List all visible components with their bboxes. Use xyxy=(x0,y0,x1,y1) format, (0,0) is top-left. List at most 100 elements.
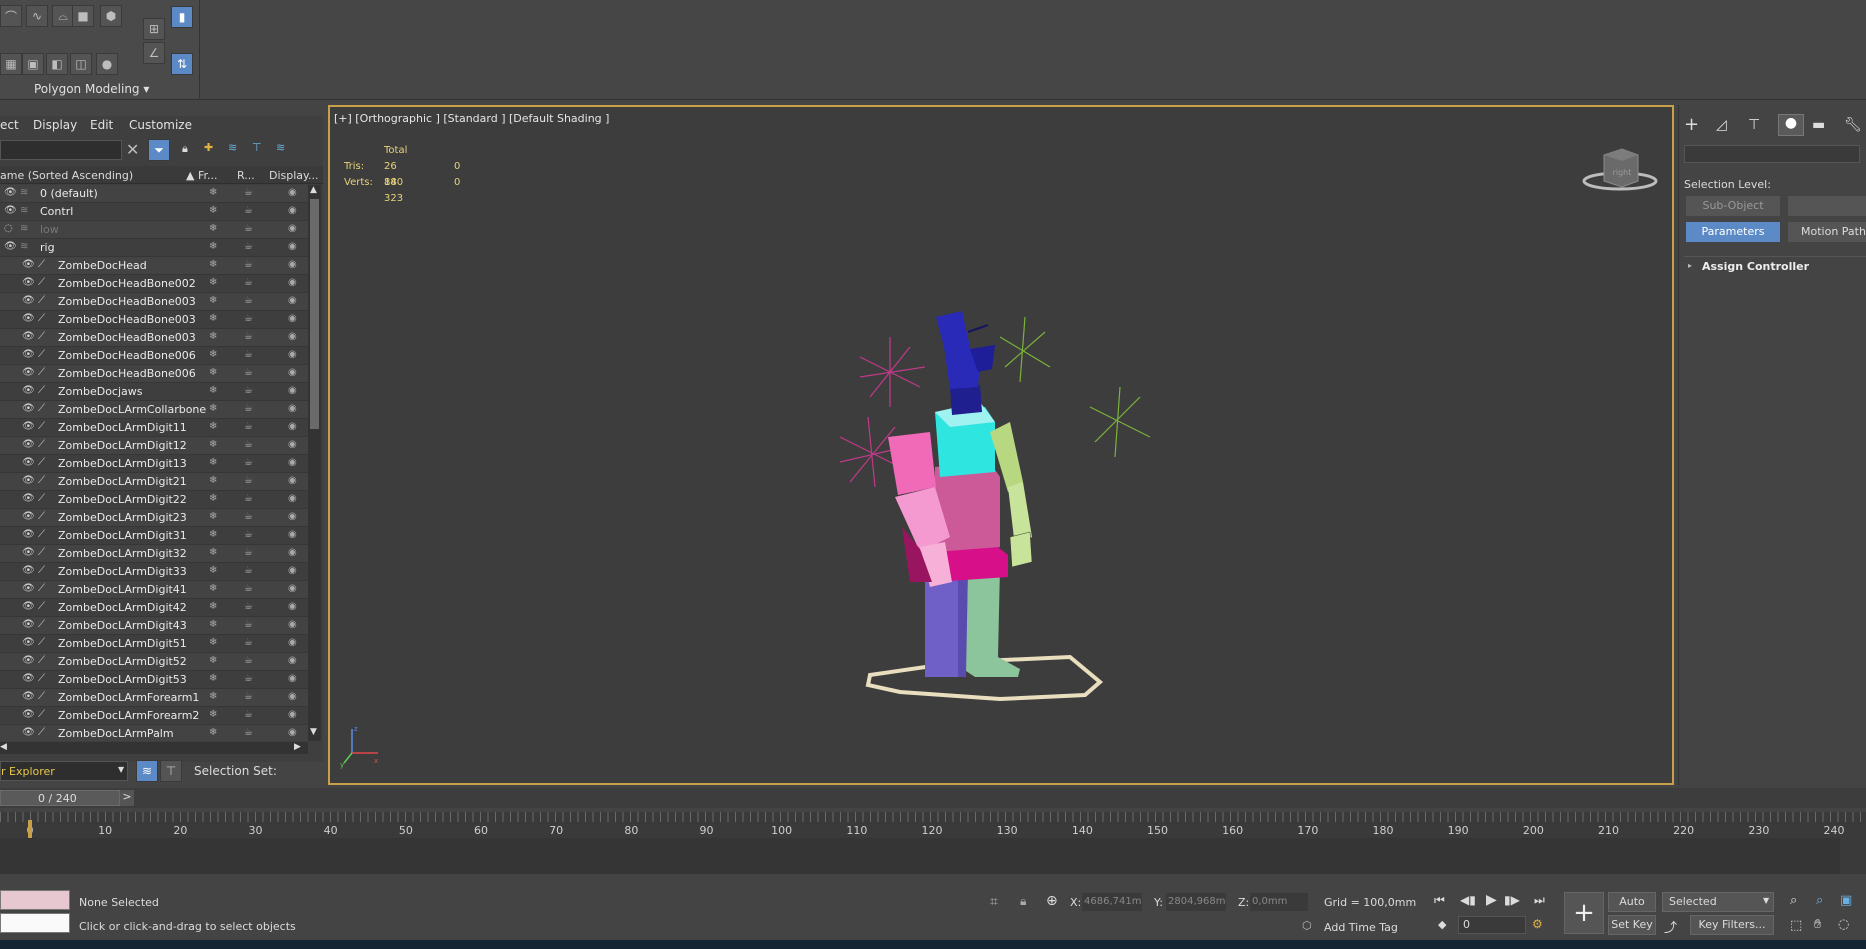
visibility-eye-icon[interactable]: 👁︎ xyxy=(22,331,35,342)
render-teapot-icon[interactable]: ☕︎ xyxy=(244,727,253,738)
freeze-icon[interactable]: ❄ xyxy=(209,187,217,198)
visibility-eye-icon[interactable]: 👁︎ xyxy=(22,673,35,684)
visibility-eye-icon[interactable]: 👁︎ xyxy=(22,439,35,450)
render-teapot-icon[interactable]: ☕︎ xyxy=(244,637,253,648)
sort-by-hierarchy-icon[interactable]: ⊤ xyxy=(160,760,182,782)
modify-tab-icon[interactable]: ◿ xyxy=(1716,117,1727,133)
box-icon[interactable]: ■ xyxy=(72,5,94,27)
assign-controller-rollout[interactable]: ▸ Assign Controller xyxy=(1684,256,1866,276)
display-icon[interactable]: ◉ xyxy=(288,475,297,486)
mirror-tool-icon[interactable]: ◧ xyxy=(46,53,68,75)
pan-icon[interactable]: ✋︎ xyxy=(1814,917,1821,932)
zoom-icon[interactable]: ⌕ xyxy=(1790,893,1797,908)
set-key-button[interactable]: Set Key xyxy=(1608,915,1656,935)
freeze-icon[interactable]: ❄ xyxy=(209,295,217,306)
hierarchy-icon[interactable]: ⊤ xyxy=(252,141,262,154)
freeze-icon[interactable]: ❄ xyxy=(209,241,217,252)
lock-icon[interactable]: 🔒︎ xyxy=(182,142,188,156)
viewport-label[interactable]: [+] [Orthographic ] [Standard ] [Default… xyxy=(334,112,609,125)
explorer-row[interactable]: 👁︎ ⟋ ZombeDocLArmPalm ❄ ☕︎ ◉ xyxy=(0,725,308,741)
visibility-eye-icon[interactable]: 👁︎ xyxy=(22,403,35,414)
render-teapot-icon[interactable]: ☕︎ xyxy=(244,457,253,468)
visibility-eye-icon[interactable]: 👁︎ xyxy=(22,529,35,540)
freeze-icon[interactable]: ❄ xyxy=(209,349,217,360)
zoom-all-icon[interactable]: ⌕ xyxy=(1816,893,1823,908)
display-icon[interactable]: ◉ xyxy=(288,583,297,594)
key-filters-button[interactable]: Key Filters... xyxy=(1690,915,1774,935)
maxscript-listener-top[interactable] xyxy=(0,890,70,910)
display-icon[interactable]: ◉ xyxy=(288,709,297,720)
sub-object-button[interactable]: Sub-Object xyxy=(1686,196,1780,216)
column-header-display[interactable]: Display... xyxy=(269,169,318,182)
visibility-eye-icon[interactable]: 👁︎ xyxy=(4,205,17,216)
visibility-eye-icon[interactable]: 👁︎ xyxy=(22,457,35,468)
menu-customize[interactable]: Customize xyxy=(129,118,192,132)
visibility-eye-icon[interactable]: 👁︎ xyxy=(4,241,17,252)
explorer-row[interactable]: 👁︎ ⟋ ZombeDocLArmDigit53 ❄ ☕︎ ◉ xyxy=(0,671,308,689)
explorer-row[interactable]: 👁︎ ⟋ ZombeDocLArmDigit22 ❄ ☕︎ ◉ xyxy=(0,491,308,509)
render-teapot-icon[interactable]: ☕︎ xyxy=(244,349,253,360)
spinner-snap-icon[interactable]: ⇅ xyxy=(171,53,193,75)
sub-object-dropdown[interactable] xyxy=(1788,196,1866,216)
freeze-icon[interactable]: ❄ xyxy=(209,691,217,702)
display-icon[interactable]: ◉ xyxy=(288,295,297,306)
explorer-row[interactable]: 👁︎ ⟋ ZombeDocLArmDigit23 ❄ ☕︎ ◉ xyxy=(0,509,308,527)
viewcube[interactable]: right xyxy=(1582,143,1662,203)
explorer-row[interactable]: 👁︎ ⟋ ZombeDocHead ❄ ☕︎ ◉ xyxy=(0,257,308,275)
time-slider-track[interactable] xyxy=(0,788,1866,808)
scroll-left-icon[interactable]: ◀ xyxy=(0,742,7,752)
menu-display[interactable]: Display xyxy=(33,118,77,132)
render-teapot-icon[interactable]: ☕︎ xyxy=(244,367,253,378)
render-teapot-icon[interactable]: ☕︎ xyxy=(244,493,253,504)
sort-by-layer-icon[interactable]: ≋ xyxy=(136,760,158,782)
render-teapot-icon[interactable]: ☕︎ xyxy=(244,673,253,684)
render-teapot-icon[interactable]: ☕︎ xyxy=(244,205,253,216)
freeze-icon[interactable]: ❄ xyxy=(209,385,217,396)
render-teapot-icon[interactable]: ☕︎ xyxy=(244,241,253,252)
display-icon[interactable]: ◉ xyxy=(288,727,297,738)
freeze-icon[interactable]: ❄ xyxy=(209,403,217,414)
display-icon[interactable]: ◉ xyxy=(288,547,297,558)
display-icon[interactable]: ◉ xyxy=(288,403,297,414)
go-to-end-icon[interactable]: ⏭︎ xyxy=(1534,893,1545,908)
render-teapot-icon[interactable]: ☕︎ xyxy=(244,529,253,540)
time-slider-thumb[interactable]: 0 / 240 xyxy=(0,790,120,806)
transform-mode-icon[interactable]: ⊕ xyxy=(1046,893,1058,909)
visibility-eye-icon[interactable]: 👁︎ xyxy=(22,493,35,504)
render-teapot-icon[interactable]: ☕︎ xyxy=(244,583,253,594)
visibility-eye-icon[interactable]: 👁︎ xyxy=(22,349,35,360)
render-setup-icon[interactable]: ● xyxy=(96,53,118,75)
display-icon[interactable]: ◉ xyxy=(288,349,297,360)
render-teapot-icon[interactable]: ☕︎ xyxy=(244,709,253,720)
clear-search-icon[interactable]: ✕ xyxy=(126,140,139,159)
freeze-icon[interactable]: ❄ xyxy=(209,709,217,720)
render-teapot-icon[interactable]: ☕︎ xyxy=(244,259,253,270)
render-teapot-icon[interactable]: ☕︎ xyxy=(244,313,253,324)
hierarchy-tab-icon[interactable]: ⊤ xyxy=(1748,117,1760,133)
explorer-row[interactable]: 👁︎ ⟋ ZombeDocLArmDigit21 ❄ ☕︎ ◉ xyxy=(0,473,308,491)
explorer-row[interactable]: 👁︎ ⟋ ZombeDocLArmDigit33 ❄ ☕︎ ◉ xyxy=(0,563,308,581)
visibility-eye-icon[interactable]: 👁︎ xyxy=(22,619,35,630)
ribbon-workspace-label[interactable]: Polygon Modeling ▾ xyxy=(34,82,149,96)
explorer-row[interactable]: 👁︎ ⟋ ZombeDocLArmCollarbone ❄ ☕︎ ◉ xyxy=(0,401,308,419)
freeze-icon[interactable]: ❄ xyxy=(209,673,217,684)
key-mode-icon[interactable]: ◆ xyxy=(1438,918,1446,931)
scroll-thumb[interactable] xyxy=(310,199,319,429)
visibility-eye-icon[interactable]: 👁︎ xyxy=(22,601,35,612)
display-icon[interactable]: ◉ xyxy=(288,439,297,450)
freeze-icon[interactable]: ❄ xyxy=(209,529,217,540)
explorer-row[interactable]: 👁︎ ⟋ ZombeDocHeadBone006 ❄ ☕︎ ◉ xyxy=(0,347,308,365)
render-teapot-icon[interactable]: ☕︎ xyxy=(244,547,253,558)
freeze-icon[interactable]: ❄ xyxy=(209,547,217,558)
zoom-extents-icon[interactable]: ▣ xyxy=(1840,893,1852,908)
y-field[interactable]: 2804,968m xyxy=(1166,893,1226,911)
visibility-eye-icon[interactable]: 👁︎ xyxy=(4,187,17,198)
explorer-row[interactable]: 👁︎ ⟋ ZombeDocLArmDigit43 ❄ ☕︎ ◉ xyxy=(0,617,308,635)
visibility-eye-icon[interactable]: 👁︎ xyxy=(22,637,35,648)
z-field[interactable]: 0,0mm xyxy=(1250,893,1308,911)
display-icon[interactable]: ◉ xyxy=(288,313,297,324)
freeze-icon[interactable]: ❄ xyxy=(209,277,217,288)
orbit-icon[interactable]: ◌ xyxy=(1838,917,1849,932)
visibility-eye-icon[interactable]: 👁︎ xyxy=(22,583,35,594)
visibility-eye-icon[interactable]: 👁︎ xyxy=(22,655,35,666)
